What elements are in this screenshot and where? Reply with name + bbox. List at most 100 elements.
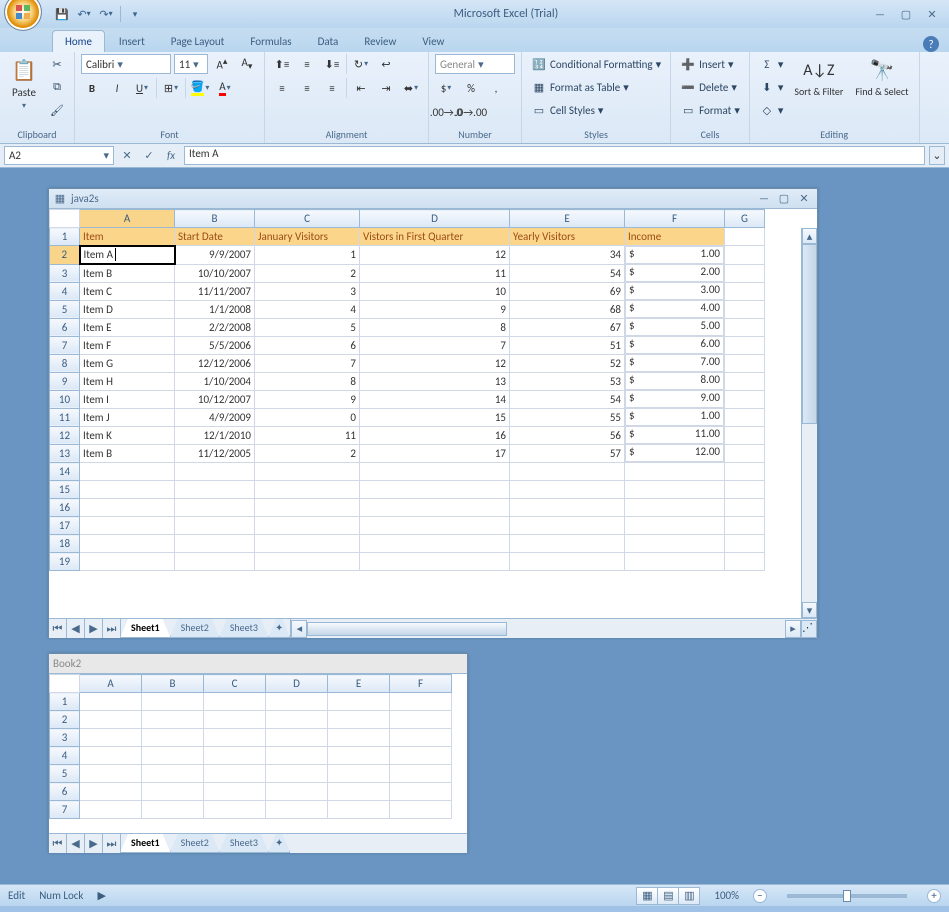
cell[interactable]: 1	[255, 246, 360, 265]
cell[interactable]: 10/10/2007	[175, 264, 255, 282]
cell[interactable]	[175, 553, 255, 571]
next-sheet-button[interactable]: ▶	[85, 619, 103, 638]
cell[interactable]: 68	[510, 300, 625, 318]
increase-decimal-button[interactable]: .00→.0	[435, 102, 457, 122]
decrease-indent-button[interactable]: ⇤	[350, 78, 372, 98]
increase-indent-button[interactable]: ⇥	[375, 78, 397, 98]
row-header[interactable]: 2	[50, 711, 80, 729]
row-header[interactable]: 11	[50, 408, 80, 426]
cell[interactable]	[80, 553, 175, 571]
cell[interactable]: 34	[510, 246, 625, 265]
cell[interactable]	[390, 747, 452, 765]
cell[interactable]: Item D	[80, 300, 175, 318]
cell[interactable]	[725, 318, 765, 336]
cell[interactable]	[510, 517, 625, 535]
cell[interactable]: 17	[360, 444, 510, 463]
row-header[interactable]: 7	[50, 336, 80, 354]
row-header[interactable]: 7	[50, 801, 80, 819]
cell[interactable]: 12	[360, 354, 510, 372]
cell[interactable]: 11/11/2007	[175, 282, 255, 300]
cell[interactable]: $1.00	[625, 246, 724, 264]
new-sheet-button[interactable]: ✦	[268, 619, 290, 638]
cell[interactable]: 9	[360, 300, 510, 318]
cell[interactable]: $4.00	[625, 300, 724, 318]
cell[interactable]: Item B	[80, 444, 175, 463]
cell[interactable]: 7	[360, 336, 510, 354]
close-button[interactable]: ✕	[921, 5, 943, 23]
cell[interactable]	[255, 517, 360, 535]
cell[interactable]: 12	[360, 246, 510, 265]
cell[interactable]	[328, 711, 390, 729]
tab-home[interactable]: Home	[52, 30, 105, 52]
cell[interactable]	[390, 729, 452, 747]
row-header[interactable]: 4	[50, 282, 80, 300]
redo-icon[interactable]: ↷▾	[98, 6, 114, 22]
cell[interactable]: Item I	[80, 390, 175, 408]
tab-review[interactable]: Review	[352, 31, 408, 52]
cell[interactable]: 13	[360, 372, 510, 390]
row-header[interactable]: 8	[50, 354, 80, 372]
align-left-button[interactable]: ≡	[271, 78, 293, 98]
spreadsheet-grid[interactable]: ABCDEF1234567	[49, 674, 452, 819]
tab-view[interactable]: View	[410, 31, 456, 52]
row-header[interactable]: 6	[50, 318, 80, 336]
cell[interactable]	[725, 354, 765, 372]
sort-filter-button[interactable]: A↓Z Sort & Filter	[790, 54, 847, 99]
cell[interactable]	[80, 801, 142, 819]
sheet-tab-sheet2[interactable]: Sheet2	[170, 619, 220, 638]
cell[interactable]: 2/2/2008	[175, 318, 255, 336]
cell[interactable]	[204, 711, 266, 729]
cell[interactable]	[390, 801, 452, 819]
cell[interactable]	[266, 711, 328, 729]
cell[interactable]: 12/1/2010	[175, 426, 255, 444]
header-cell[interactable]: Yearly Visitors	[510, 228, 625, 246]
column-header[interactable]: B	[175, 210, 255, 228]
cell[interactable]	[725, 517, 765, 535]
cell[interactable]: 0	[255, 408, 360, 426]
cell[interactable]	[204, 801, 266, 819]
cell[interactable]: $9.00	[625, 390, 724, 408]
cell[interactable]	[360, 517, 510, 535]
cell[interactable]	[360, 463, 510, 481]
cell[interactable]	[80, 481, 175, 499]
horizontal-scrollbar[interactable]: ◂ ▸ ⋰	[290, 619, 817, 638]
shrink-font-button[interactable]: A▾	[236, 54, 258, 74]
cell[interactable]	[204, 783, 266, 801]
cell[interactable]: 16	[360, 426, 510, 444]
header-cell[interactable]: Vistors in First Quarter	[360, 228, 510, 246]
cancel-edit-button[interactable]: ✕	[118, 147, 136, 165]
currency-button[interactable]: $▾	[435, 78, 457, 98]
select-all-corner[interactable]	[50, 675, 80, 693]
sheet-tab-sheet3[interactable]: Sheet3	[219, 619, 269, 638]
fill-button[interactable]: ⬇▾	[756, 77, 787, 97]
cell[interactable]: Item B	[80, 264, 175, 282]
cell[interactable]	[175, 517, 255, 535]
prev-sheet-button[interactable]: ◀	[67, 834, 85, 853]
align-center-button[interactable]: ≡	[296, 78, 318, 98]
sheet-tab-sheet2[interactable]: Sheet2	[170, 834, 220, 853]
cell[interactable]	[255, 535, 360, 553]
help-icon[interactable]: ?	[923, 36, 939, 52]
cell[interactable]: 54	[510, 390, 625, 408]
cell[interactable]	[175, 481, 255, 499]
cell[interactable]	[725, 499, 765, 517]
cell[interactable]	[510, 463, 625, 481]
confirm-edit-button[interactable]: ✓	[140, 147, 158, 165]
cell[interactable]: $5.00	[625, 318, 724, 336]
cell[interactable]	[390, 693, 452, 711]
cell[interactable]: $1.00	[625, 408, 724, 426]
paste-button[interactable]: 📋 Paste ▾	[6, 54, 42, 113]
cell[interactable]	[204, 729, 266, 747]
cell[interactable]	[266, 747, 328, 765]
row-header[interactable]: 9	[50, 372, 80, 390]
percent-button[interactable]: %	[460, 78, 482, 98]
select-all-corner[interactable]	[50, 210, 80, 228]
cell[interactable]	[80, 729, 142, 747]
cell[interactable]	[255, 463, 360, 481]
cell[interactable]	[142, 693, 204, 711]
grow-font-button[interactable]: A▴	[211, 54, 233, 74]
cell[interactable]	[80, 463, 175, 481]
cell[interactable]	[510, 481, 625, 499]
hscroll-thumb[interactable]	[307, 622, 507, 636]
cell[interactable]	[80, 693, 142, 711]
